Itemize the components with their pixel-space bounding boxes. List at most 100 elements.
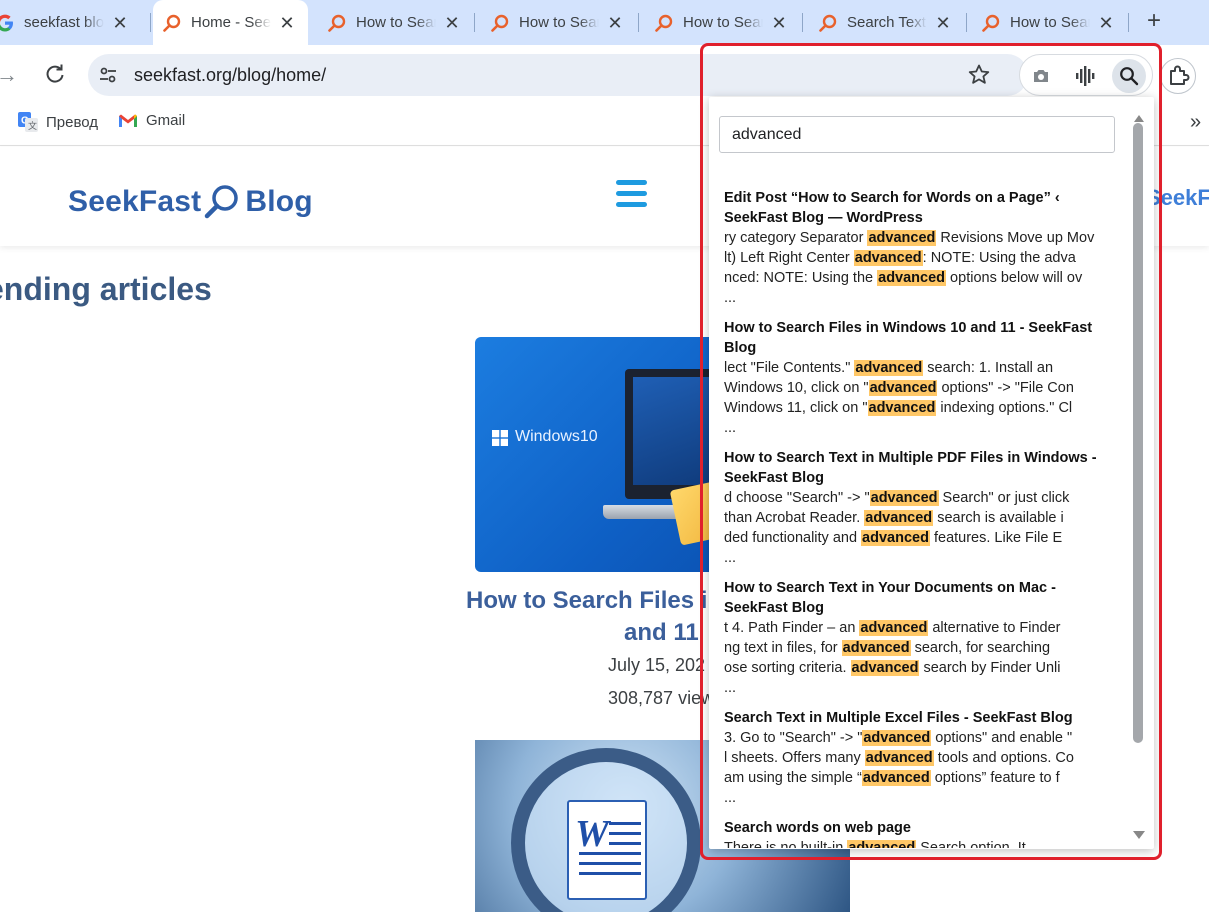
match-highlight: advanced <box>869 490 939 506</box>
search-results-list: Edit Post “How to Search for Words on a … <box>724 188 1114 848</box>
forward-arrow-icon[interactable]: → <box>0 62 18 88</box>
snippet-text: Search option. It <box>916 840 1026 848</box>
tab-how-to-search-1[interactable]: How to Search ✕ <box>318 0 468 45</box>
tab-divider <box>638 13 639 32</box>
close-icon[interactable]: ✕ <box>933 13 953 33</box>
new-tab-button[interactable]: + <box>1140 8 1168 36</box>
match-highlight: advanced <box>859 620 929 636</box>
match-highlight: advanced <box>877 270 947 286</box>
match-highlight: advanced <box>853 250 923 266</box>
tab-divider <box>150 13 151 32</box>
bookmark-gmail[interactable]: Gmail <box>118 112 185 129</box>
menu-hamburger-icon[interactable] <box>616 180 647 208</box>
search-result-snippet: l sheets. Offers many advanced tools and… <box>724 748 1104 768</box>
camera-extension-button[interactable] <box>1024 59 1058 93</box>
search-result-item[interactable]: Search Text in Multiple Excel Files - Se… <box>724 708 1114 808</box>
search-result-snippet: ng text in files, for advanced search, f… <box>724 638 1104 658</box>
search-result-title[interactable]: How to Search Files in Windows 10 and 11… <box>724 318 1114 358</box>
site-logo[interactable]: SeekFast Blog <box>68 183 313 221</box>
puzzle-icon <box>1170 65 1190 85</box>
tab-divider <box>802 13 803 32</box>
seekfast-icon <box>819 14 837 32</box>
search-result-item[interactable]: How to Search Text in Your Documents on … <box>724 578 1114 698</box>
search-result-title[interactable]: How to Search Text in Your Documents on … <box>724 578 1114 618</box>
extensions-puzzle-icon[interactable] <box>1160 58 1196 94</box>
windows-label: Windows10 <box>515 428 598 445</box>
tab-title: Home - SeekFast Blog <box>191 14 271 31</box>
snippet-text: Windows 11, click on " <box>724 400 868 416</box>
tab-home-seekfast[interactable]: Home - SeekFast Blog ✕ <box>153 0 308 45</box>
snippet-text: am using the simple “ <box>724 770 862 786</box>
tab-title: Search Text <box>847 14 926 31</box>
tab-how-to-search-4[interactable]: How to Search ✕ <box>972 0 1122 45</box>
popup-search-input[interactable] <box>720 117 1114 152</box>
snippet-text: ... <box>724 420 737 436</box>
header-brand-link[interactable]: SeekFast <box>1146 185 1209 211</box>
search-result-snippet: am using the simple “advanced options” f… <box>724 768 1104 788</box>
search-result-title[interactable]: Edit Post “How to Search for Words on a … <box>724 188 1114 228</box>
tab-search-text[interactable]: Search Text ✕ <box>809 0 959 45</box>
site-info-icon[interactable] <box>98 65 118 85</box>
search-result-snippet: nced: NOTE: Using the advanced options b… <box>724 268 1104 288</box>
search-extension-button[interactable] <box>1112 59 1146 93</box>
search-result-item[interactable]: Search words on web page There is no buil… <box>724 818 1114 848</box>
logo-text-right: Blog <box>245 185 313 218</box>
article-title[interactable]: How to Search Files i and 11 <box>466 585 716 649</box>
seekfast-icon <box>982 14 1000 32</box>
logo-text-left: SeekFast <box>68 185 202 218</box>
extensions-group <box>1019 54 1153 96</box>
match-highlight: advanced <box>854 360 924 376</box>
search-result-title[interactable]: Search Text in Multiple Excel Files - Se… <box>724 708 1114 728</box>
snippet-text: than Acrobat Reader. <box>724 510 865 526</box>
close-icon[interactable]: ✕ <box>442 13 462 33</box>
search-result-title[interactable]: Search words on web page <box>724 818 1114 838</box>
snippet-text: 3. Go to "Search" -> " <box>724 730 863 746</box>
close-icon[interactable]: ✕ <box>605 13 625 33</box>
snippet-text: ry category Separator <box>724 230 868 246</box>
seekfast-icon <box>491 14 509 32</box>
close-icon[interactable]: ✕ <box>110 13 130 33</box>
close-icon[interactable]: ✕ <box>277 13 297 33</box>
snippet-text: ose sorting criteria. <box>724 660 851 676</box>
popup-scrollbar[interactable] <box>1133 115 1145 843</box>
popup-search-box[interactable] <box>719 116 1115 153</box>
search-result-snippet: d choose "Search" -> "advanced Search" o… <box>724 488 1104 508</box>
tab-divider <box>474 13 475 32</box>
search-result-snippet: 3. Go to "Search" -> "advanced options" … <box>724 728 1104 748</box>
snippet-text: search by Finder Unli <box>919 660 1061 676</box>
scroll-down-arrow-icon[interactable] <box>1133 831 1145 839</box>
bookmark-translate[interactable]: G 文 Превод <box>18 112 98 132</box>
reload-icon[interactable] <box>44 63 66 85</box>
search-result-snippet: than Acrobat Reader. advanced search is … <box>724 508 1104 528</box>
tab-how-to-search-2[interactable]: How to Search ✕ <box>481 0 631 45</box>
bookmarks-overflow-icon[interactable]: » <box>1190 111 1201 134</box>
search-result-snippet: ... <box>724 548 1104 568</box>
close-icon[interactable]: ✕ <box>1096 13 1116 33</box>
snippet-text: search is available i <box>933 510 1064 526</box>
camera-icon <box>1034 70 1048 82</box>
search-result-title[interactable]: How to Search Text in Multiple PDF Files… <box>724 448 1114 488</box>
address-bar[interactable]: seekfast.org/blog/home/ <box>88 54 1028 96</box>
snippet-text: ... <box>724 680 737 696</box>
audio-extension-button[interactable] <box>1068 59 1102 93</box>
scroll-up-arrow-icon[interactable] <box>1134 115 1144 122</box>
tab-divider <box>1128 13 1129 32</box>
bookmark-star-icon[interactable] <box>966 62 992 88</box>
scrollbar-thumb[interactable] <box>1133 123 1143 743</box>
translate-icon: G 文 <box>18 112 38 132</box>
search-result-snippet: t 4. Path Finder – an advanced alternati… <box>724 618 1104 638</box>
snippet-text: features. Like File E <box>929 530 1063 546</box>
snippet-text: options” feature to f <box>930 770 1060 786</box>
tab-how-to-search-3[interactable]: How to Search ✕ <box>645 0 795 45</box>
match-highlight: advanced <box>862 730 932 746</box>
match-highlight: advanced <box>864 750 934 766</box>
search-result-item[interactable]: Edit Post “How to Search for Words on a … <box>724 188 1114 308</box>
search-result-item[interactable]: How to Search Text in Multiple PDF Files… <box>724 448 1114 568</box>
tab-seekfast-blog-search[interactable]: seekfast blog ✕ <box>0 0 146 45</box>
search-result-snippet: ... <box>724 678 1104 698</box>
close-icon[interactable]: ✕ <box>769 13 789 33</box>
soundwave-icon <box>1076 66 1095 86</box>
search-result-snippet: Windows 10, click on "advanced options" … <box>724 378 1104 398</box>
snippet-text: t 4. Path Finder – an <box>724 620 860 636</box>
search-result-item[interactable]: How to Search Files in Windows 10 and 11… <box>724 318 1114 438</box>
